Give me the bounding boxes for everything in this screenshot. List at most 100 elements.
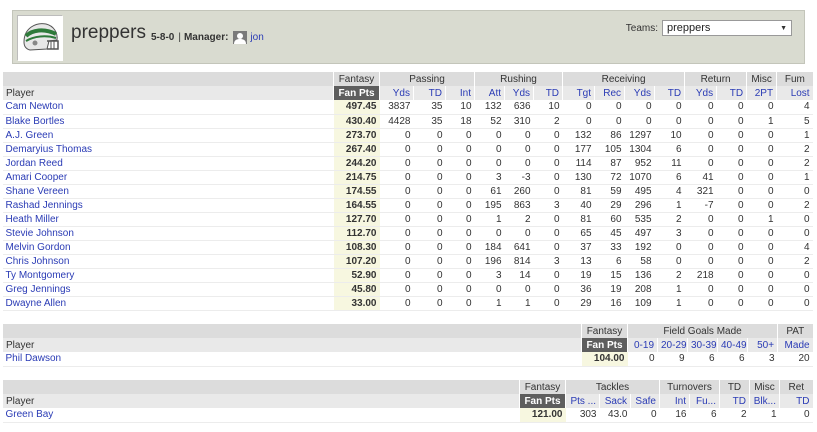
manager-link[interactable]: jon: [250, 32, 263, 43]
column-header[interactable]: Blk...: [749, 394, 780, 408]
player-name-link[interactable]: Heath Miller: [2, 212, 334, 227]
stat-cell: 296: [624, 198, 655, 213]
column-header[interactable]: Fu...: [689, 394, 720, 408]
stat-cell: 0: [533, 212, 563, 227]
stat-cell: 35: [413, 100, 446, 115]
stat-cell: 114: [562, 156, 595, 171]
player-name-link[interactable]: Melvin Gordon: [2, 240, 334, 255]
player-name-link[interactable]: Greg Jennings: [2, 282, 334, 297]
player-name-link[interactable]: Chris Johnson: [2, 254, 334, 269]
column-header-fan-pts[interactable]: Fan Pts: [581, 338, 628, 352]
stat-cell: 136: [624, 268, 655, 283]
column-header[interactable]: TD: [779, 394, 813, 408]
teams-dropdown[interactable]: preppers ▼: [662, 20, 792, 36]
stat-cell: 6: [717, 352, 748, 367]
stat-cell: 0: [776, 226, 813, 241]
player-name-link[interactable]: Dwayne Allen: [2, 296, 334, 311]
stat-cell: 3: [654, 226, 685, 241]
column-header[interactable]: Yds: [624, 86, 655, 100]
stat-cell: 3: [747, 352, 778, 367]
stat-cell: 61: [474, 184, 505, 199]
stat-cell: 0: [533, 282, 563, 297]
column-header[interactable]: Yds: [684, 86, 717, 100]
stat-cell: 52: [474, 114, 505, 129]
group-return: Return: [684, 72, 747, 86]
stat-cell: 13: [562, 254, 595, 269]
fan-pts-cell: 430.40: [333, 114, 380, 129]
stat-cell: 0: [684, 142, 717, 157]
stat-cell: 0: [684, 254, 717, 269]
stat-cell: 0: [413, 128, 446, 143]
stat-cell: 535: [624, 212, 655, 227]
player-name-link[interactable]: Phil Dawson: [2, 352, 582, 367]
column-header[interactable]: Int: [444, 86, 475, 100]
stat-cell: 0: [413, 184, 446, 199]
column-header[interactable]: TD: [719, 394, 750, 408]
stat-cell: 0: [379, 184, 414, 199]
stat-cell: 0: [716, 254, 747, 269]
column-header[interactable]: 2PT: [746, 86, 777, 100]
column-header[interactable]: Yds: [379, 86, 414, 100]
column-header[interactable]: 40-49: [717, 338, 748, 352]
stat-cell: 0: [716, 212, 747, 227]
column-header[interactable]: Att: [474, 86, 505, 100]
stat-cell: 0: [716, 296, 747, 311]
player-name-link[interactable]: Blake Bortles: [2, 114, 334, 129]
manager-label: Manager:: [183, 32, 229, 43]
stat-cell: 40: [562, 198, 595, 213]
column-header[interactable]: Safe: [630, 394, 660, 408]
table-row: Chris Johnson 107.20 0 0 0 196 814 3 13 6 58 0 0 0 0 2: [2, 254, 813, 269]
stat-cell: 33: [594, 240, 625, 255]
stat-cell: 321: [684, 184, 717, 199]
player-name-link[interactable]: Green Bay: [2, 408, 520, 423]
column-header[interactable]: Tgt: [562, 86, 595, 100]
stat-cell: 0: [474, 142, 505, 157]
fan-pts-cell: 164.55: [333, 198, 380, 213]
column-header[interactable]: Int: [659, 394, 690, 408]
stat-cell: 0: [413, 254, 446, 269]
table-row: Rashad Jennings 164.55 0 0 0 195 863 3 40 29 296 1-…: [2, 198, 813, 213]
player-name-link[interactable]: A.J. Green: [2, 128, 334, 143]
column-header[interactable]: 50+: [746, 338, 778, 352]
stat-cell: 43.0: [599, 408, 631, 423]
player-name-link[interactable]: Amari Cooper: [2, 170, 334, 185]
column-header[interactable]: TD: [716, 86, 747, 100]
column-header[interactable]: Sack: [599, 394, 631, 408]
offense-stats-table: Fantasy Passing Rushing Receiving Return…: [2, 72, 813, 311]
column-header[interactable]: 20-29: [657, 338, 688, 352]
stat-cell: 0: [445, 268, 475, 283]
column-header[interactable]: Made: [777, 338, 813, 352]
stat-cell: 0: [379, 128, 414, 143]
stat-cell: 6: [654, 142, 685, 157]
stat-cell: 636: [504, 100, 534, 115]
stat-cell: 0: [684, 226, 717, 241]
column-header[interactable]: Lost: [776, 86, 813, 100]
stat-cell: 0: [746, 156, 777, 171]
player-name-link[interactable]: Shane Vereen: [2, 184, 334, 199]
column-header[interactable]: 30-39: [687, 338, 718, 352]
stat-cell: 0: [776, 296, 813, 311]
column-header[interactable]: TD: [654, 86, 685, 100]
player-name-link[interactable]: Ty Montgomery: [2, 268, 334, 283]
player-name-link[interactable]: Jordan Reed: [2, 156, 334, 171]
player-name-link[interactable]: Stevie Johnson: [2, 226, 334, 241]
stat-cell: 6: [689, 408, 720, 423]
player-name-link[interactable]: Rashad Jennings: [2, 198, 334, 213]
player-name-link[interactable]: Demaryius Thomas: [2, 142, 334, 157]
stat-cell: 0: [445, 254, 475, 269]
stat-cell: 19: [594, 282, 625, 297]
column-header[interactable]: 0-19: [627, 338, 658, 352]
column-header[interactable]: Rec: [594, 86, 625, 100]
stat-cell: 1: [474, 212, 505, 227]
column-header[interactable]: TD: [533, 86, 563, 100]
column-header[interactable]: Yds: [504, 86, 534, 100]
stat-cell: 29: [594, 198, 625, 213]
column-header-fan-pts[interactable]: Fan Pts: [519, 394, 566, 408]
stat-cell: 2: [776, 142, 813, 157]
stat-cell: 0: [379, 240, 414, 255]
stat-cell: 0: [445, 170, 475, 185]
player-name-link[interactable]: Cam Newton: [2, 100, 334, 115]
column-header[interactable]: TD: [413, 86, 446, 100]
column-header[interactable]: Pts ...: [565, 394, 600, 408]
column-header-fan-pts[interactable]: Fan Pts: [333, 86, 380, 100]
